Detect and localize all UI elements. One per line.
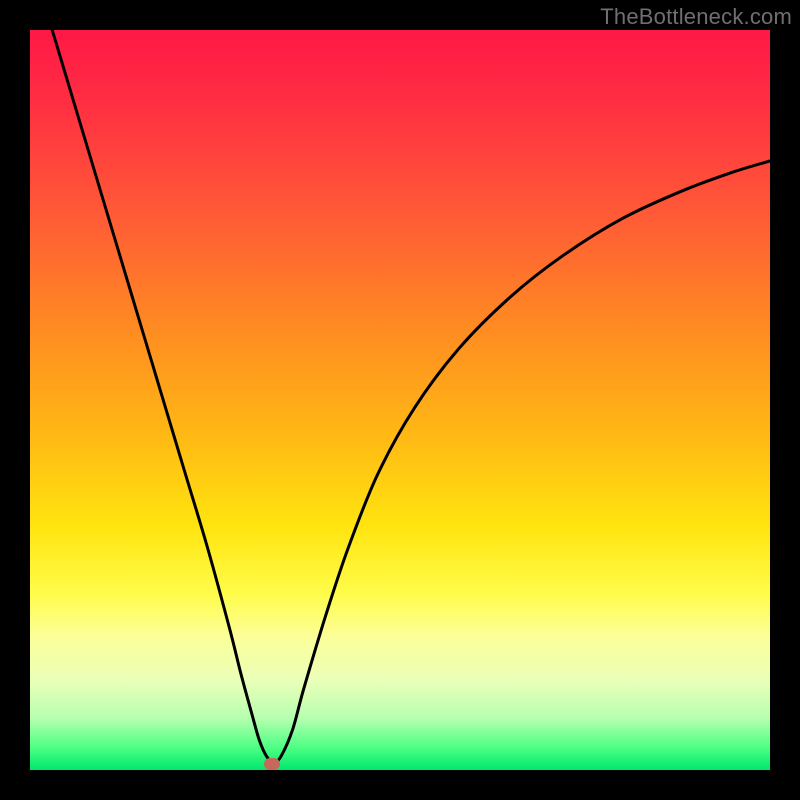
optimal-point-marker (264, 758, 280, 770)
plot-area (30, 30, 770, 770)
watermark-text: TheBottleneck.com (600, 4, 792, 30)
bottleneck-curve (30, 30, 770, 770)
chart-frame: TheBottleneck.com (0, 0, 800, 800)
